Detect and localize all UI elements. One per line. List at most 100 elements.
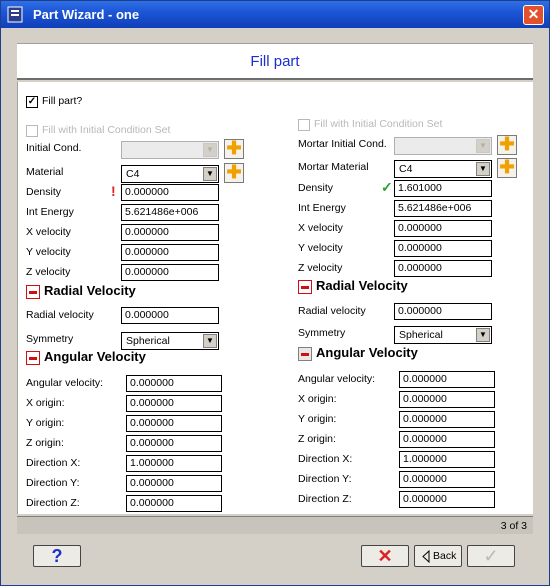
back-button-label: Back bbox=[433, 550, 457, 562]
chevron-down-icon: ▼ bbox=[203, 334, 217, 348]
wizard-header: Fill part bbox=[17, 43, 533, 80]
direction-y-label: Direction Y: bbox=[26, 477, 80, 489]
help-button[interactable]: ? bbox=[33, 545, 81, 567]
mortar-density-input[interactable]: 1.601000 bbox=[394, 180, 492, 197]
fill-part-checkbox[interactable]: ✓ bbox=[26, 96, 38, 108]
fill-initial-condition-label-right: Fill with Initial Condition Set bbox=[314, 118, 443, 130]
chevron-down-icon: ▼ bbox=[203, 143, 217, 157]
close-button[interactable]: ✕ bbox=[523, 5, 544, 25]
x-origin-input[interactable]: 0.000000 bbox=[126, 395, 222, 412]
collapse-mortar-angular-icon[interactable] bbox=[298, 347, 312, 361]
direction-y-input[interactable]: 0.000000 bbox=[126, 475, 222, 492]
finish-button[interactable]: ✓ bbox=[467, 545, 515, 567]
radial-velocity-section-title: Radial Velocity bbox=[44, 283, 136, 298]
radial-velocity-input[interactable]: 0.000000 bbox=[121, 307, 219, 324]
symmetry-label: Symmetry bbox=[26, 333, 74, 345]
window-title: Part Wizard - one bbox=[33, 7, 140, 22]
material-select[interactable]: C4 ▼ bbox=[121, 165, 219, 183]
mortar-angular-velocity-section-title: Angular Velocity bbox=[316, 345, 418, 360]
fill-initial-condition-checkbox-left[interactable] bbox=[26, 125, 38, 137]
angular-velocity-input[interactable]: 0.000000 bbox=[126, 375, 222, 392]
part-wizard-window: Part Wizard - one ✕ Fill part ✓ Fill par… bbox=[0, 0, 550, 586]
density-label: Density bbox=[26, 186, 62, 198]
mortar-angular-velocity-input[interactable]: 0.000000 bbox=[399, 371, 495, 388]
mortar-density-label: Density bbox=[298, 182, 334, 194]
direction-z-input[interactable]: 0.000000 bbox=[126, 495, 222, 512]
back-arrow-icon bbox=[422, 550, 430, 563]
mortar-direction-x-label: Direction X: bbox=[298, 453, 353, 465]
mortar-direction-x-input[interactable]: 1.000000 bbox=[399, 451, 495, 468]
mortar-radial-velocity-input[interactable]: 0.000000 bbox=[394, 303, 492, 320]
mortar-x-origin-input[interactable]: 0.000000 bbox=[399, 391, 495, 408]
chevron-down-icon: ▼ bbox=[476, 328, 490, 342]
chevron-down-icon: ▼ bbox=[203, 167, 217, 181]
collapse-radial-icon[interactable] bbox=[26, 285, 40, 299]
page-title: Fill part bbox=[250, 53, 300, 70]
warning-icon: ! bbox=[111, 183, 116, 199]
mortar-initial-cond-select[interactable]: ▼ bbox=[394, 137, 492, 155]
cancel-button[interactable]: ✕ bbox=[361, 545, 409, 567]
y-velocity-label: Y velocity bbox=[26, 246, 71, 258]
symmetry-value: Spherical bbox=[126, 335, 170, 347]
add-mortar-initial-cond-button[interactable]: ✚ bbox=[497, 135, 517, 155]
mortar-direction-y-label: Direction Y: bbox=[298, 473, 352, 485]
x-velocity-input[interactable]: 0.000000 bbox=[121, 224, 219, 241]
mortar-z-velocity-input[interactable]: 0.000000 bbox=[394, 260, 492, 277]
mortar-direction-z-label: Direction Z: bbox=[298, 493, 352, 505]
mortar-material-value: C4 bbox=[399, 163, 413, 175]
mortar-symmetry-value: Spherical bbox=[399, 329, 443, 341]
mortar-int-energy-input[interactable]: 5.621486e+006 bbox=[394, 200, 492, 217]
x-velocity-label: X velocity bbox=[26, 226, 71, 238]
check-icon: ✓ bbox=[381, 179, 393, 195]
symmetry-select[interactable]: Spherical ▼ bbox=[121, 332, 219, 350]
z-origin-input[interactable]: 0.000000 bbox=[126, 435, 222, 452]
mortar-material-label: Mortar Material bbox=[298, 161, 369, 173]
title-bar[interactable]: Part Wizard - one ✕ bbox=[1, 1, 549, 28]
add-initial-cond-button[interactable]: ✚ bbox=[224, 139, 244, 159]
direction-x-label: Direction X: bbox=[26, 457, 81, 469]
mortar-angular-velocity-label: Angular velocity: bbox=[298, 373, 376, 385]
z-velocity-input[interactable]: 0.000000 bbox=[121, 264, 219, 281]
mortar-y-origin-label: Y origin: bbox=[298, 413, 337, 425]
mortar-symmetry-label: Symmetry bbox=[298, 327, 346, 339]
radial-velocity-label: Radial velocity bbox=[26, 309, 94, 321]
z-origin-label: Z origin: bbox=[26, 437, 64, 449]
mortar-direction-z-input[interactable]: 0.000000 bbox=[399, 491, 495, 508]
mortar-z-origin-input[interactable]: 0.000000 bbox=[399, 431, 495, 448]
int-energy-label: Int Energy bbox=[26, 206, 74, 218]
mortar-x-velocity-input[interactable]: 0.000000 bbox=[394, 220, 492, 237]
direction-z-label: Direction Z: bbox=[26, 497, 80, 509]
wizard-content: ✓ Fill part? Fill with Initial Condition… bbox=[17, 82, 533, 514]
fill-initial-condition-checkbox-right[interactable] bbox=[298, 119, 310, 131]
mortar-y-velocity-label: Y velocity bbox=[298, 242, 343, 254]
y-origin-input[interactable]: 0.000000 bbox=[126, 415, 222, 432]
y-origin-label: Y origin: bbox=[26, 417, 65, 429]
mortar-material-select[interactable]: C4 ▼ bbox=[394, 160, 492, 178]
mortar-z-velocity-label: Z velocity bbox=[298, 262, 343, 274]
mortar-symmetry-select[interactable]: Spherical ▼ bbox=[394, 326, 492, 344]
y-velocity-input[interactable]: 0.000000 bbox=[121, 244, 219, 261]
material-label: Material bbox=[26, 166, 64, 178]
material-value: C4 bbox=[126, 168, 140, 180]
mortar-radial-velocity-label: Radial velocity bbox=[298, 305, 366, 317]
angular-velocity-label: Angular velocity: bbox=[26, 377, 104, 389]
mortar-initial-cond-label: Mortar Initial Cond. bbox=[298, 138, 387, 150]
mortar-x-velocity-label: X velocity bbox=[298, 222, 343, 234]
chevron-down-icon: ▼ bbox=[476, 139, 490, 153]
collapse-angular-icon[interactable] bbox=[26, 351, 40, 365]
direction-x-input[interactable]: 1.000000 bbox=[126, 455, 222, 472]
mortar-y-origin-input[interactable]: 0.000000 bbox=[399, 411, 495, 428]
page-indicator: 3 of 3 bbox=[500, 520, 527, 532]
add-material-button[interactable]: ✚ bbox=[224, 163, 244, 183]
mortar-direction-y-input[interactable]: 0.000000 bbox=[399, 471, 495, 488]
status-bar: 3 of 3 bbox=[17, 516, 533, 534]
add-mortar-material-button[interactable]: ✚ bbox=[497, 158, 517, 178]
initial-cond-select[interactable]: ▼ bbox=[121, 141, 219, 159]
fill-part-label: Fill part? bbox=[42, 95, 83, 107]
back-button[interactable]: Back bbox=[414, 545, 462, 567]
mortar-x-origin-label: X origin: bbox=[298, 393, 337, 405]
mortar-y-velocity-input[interactable]: 0.000000 bbox=[394, 240, 492, 257]
density-input[interactable]: 0.000000 bbox=[121, 184, 219, 201]
int-energy-input[interactable]: 5.621486e+006 bbox=[121, 204, 219, 221]
collapse-mortar-radial-icon[interactable] bbox=[298, 280, 312, 294]
